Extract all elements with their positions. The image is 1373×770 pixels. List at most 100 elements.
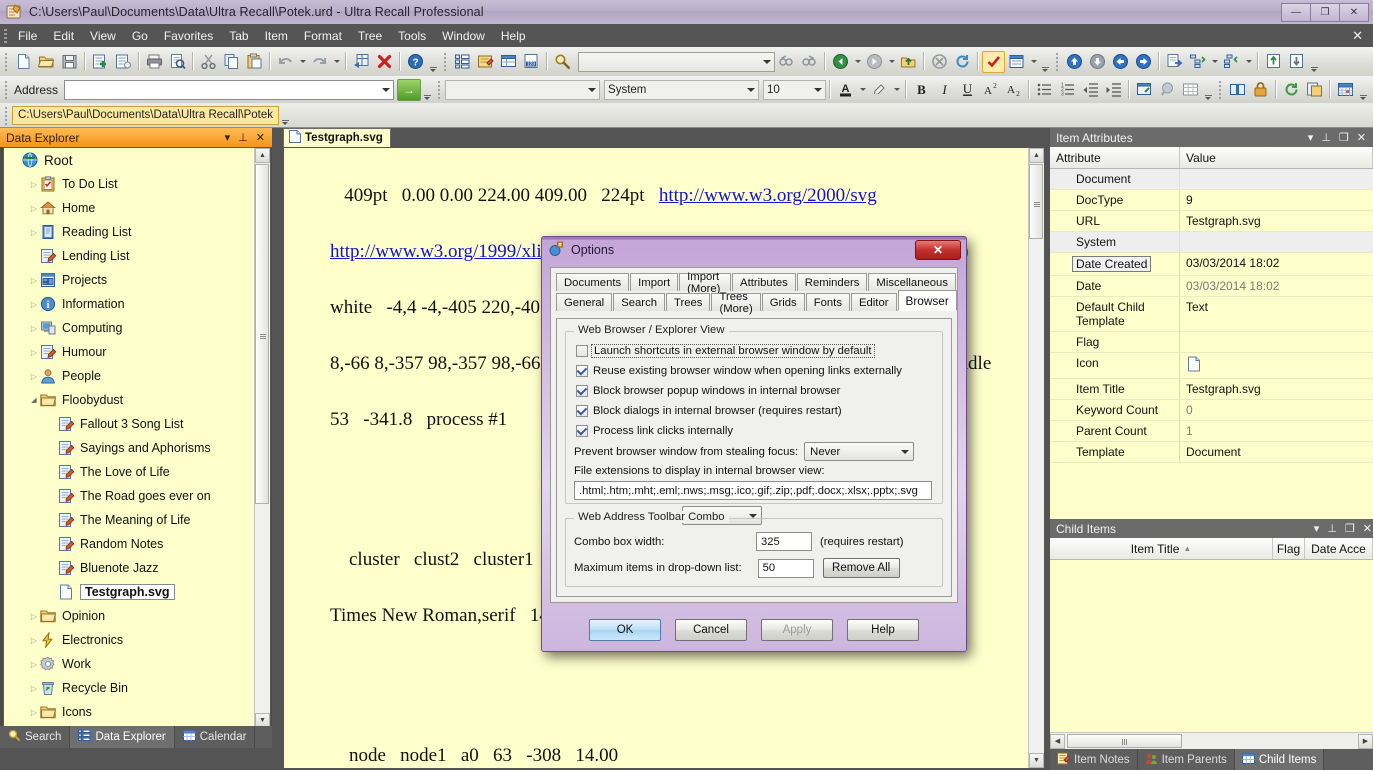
format-toolbar-grip[interactable] — [437, 80, 442, 99]
chevron-down-icon[interactable]: ▾ — [1308, 131, 1314, 144]
tree-item-random-notes[interactable]: Random Notes — [4, 532, 254, 556]
minimize-button[interactable]: — — [1281, 3, 1310, 22]
numbered-list-icon[interactable]: 123 — [1056, 79, 1079, 101]
expand-arrow-icon[interactable]: ▷ — [28, 204, 40, 213]
toolbar-search-input[interactable] — [578, 51, 775, 72]
attribute-row[interactable]: Date 03/03/2014 18:02 — [1050, 276, 1373, 297]
expand-arrow-icon[interactable]: ▷ — [28, 348, 40, 357]
close-icon[interactable]: ✕ — [256, 131, 265, 144]
delete-icon[interactable] — [373, 51, 396, 73]
close-button[interactable]: ✕ — [1339, 3, 1369, 22]
attribute-row[interactable]: URL Testgraph.svg — [1050, 211, 1373, 232]
find-previous-icon[interactable] — [775, 51, 798, 73]
tree-item-computing[interactable]: ▷ Computing — [4, 316, 254, 340]
item-attributes-icon[interactable] — [497, 51, 520, 73]
scroll-down-icon[interactable]: ▼ — [1029, 753, 1044, 768]
attribute-row[interactable]: Template Document — [1050, 442, 1373, 463]
subscript-icon[interactable]: A2 — [1002, 79, 1025, 101]
checkbox-row-3[interactable]: Block dialogs in internal browser (requi… — [576, 401, 936, 421]
scroll-up-icon[interactable]: ▲ — [255, 148, 270, 163]
checkbox-checked-icon[interactable] — [576, 405, 588, 417]
tree-item-the-love-of-life[interactable]: The Love of Life — [4, 460, 254, 484]
dialog-tab-trees[interactable]: Trees — [666, 293, 711, 311]
attribute-row[interactable]: Icon — [1050, 353, 1373, 379]
mark-complete-icon[interactable] — [982, 50, 1005, 73]
child-date-accessed-column-header[interactable]: Date Acce — [1305, 538, 1373, 559]
checkbox-checked-icon[interactable] — [576, 385, 588, 397]
outdent-dropdown-icon[interactable] — [1243, 51, 1254, 73]
tree-item-lending-list[interactable]: Lending List — [4, 244, 254, 268]
menu-tools[interactable]: Tools — [390, 26, 434, 46]
attribute-value-cell[interactable]: 0 — [1180, 400, 1373, 420]
attribute-value-cell[interactable]: 03/03/2014 18:02 — [1180, 253, 1373, 275]
attribute-row[interactable]: Flag — [1050, 332, 1373, 353]
tree-item-root[interactable]: Root — [4, 148, 254, 172]
move-left-icon[interactable] — [1109, 51, 1132, 73]
bold-icon[interactable]: B — [910, 79, 933, 101]
svg-namespace-link[interactable]: http://www.w3.org/2000/svg — [659, 185, 877, 206]
address-toolbar-grip[interactable] — [4, 80, 8, 99]
ok-button[interactable]: OK — [589, 619, 661, 641]
up-folder-icon[interactable] — [897, 51, 920, 73]
italic-icon[interactable]: I — [933, 79, 956, 101]
close-document-button[interactable]: ✕ — [1342, 28, 1373, 44]
path-overflow-icon[interactable] — [279, 103, 291, 127]
child-items-grid[interactable]: Item Title ▲ Flag Date Acce ◀ ▶ — [1050, 538, 1373, 749]
menu-help[interactable]: Help — [493, 26, 534, 46]
attribute-value-cell[interactable]: Text — [1180, 297, 1373, 331]
attribute-row[interactable]: Keyword Count 0 — [1050, 400, 1373, 421]
open-icon[interactable] — [35, 51, 58, 73]
stop-icon[interactable] — [928, 51, 951, 73]
dialog-tab-documents[interactable]: Documents — [556, 273, 630, 291]
move-to-folder-icon[interactable] — [1163, 51, 1186, 73]
dialog-tab-miscellaneous[interactable]: Miscellaneous — [868, 273, 956, 291]
properties-icon[interactable] — [1005, 51, 1028, 73]
prevent-focus-select[interactable]: Never — [804, 442, 915, 461]
scroll-right-icon[interactable]: ▶ — [1358, 733, 1373, 749]
menu-format[interactable]: Format — [296, 26, 350, 46]
attribute-value-cell[interactable] — [1180, 353, 1373, 378]
data-explorer-tree[interactable]: Root ▷ To Do List ▷ Home ▷ Reading List Lending… — [3, 147, 271, 729]
remove-all-button[interactable]: Remove All — [822, 558, 900, 578]
move-right-icon[interactable] — [1132, 51, 1155, 73]
attribute-value-cell[interactable]: Testgraph.svg — [1180, 211, 1373, 231]
dictionary-icon[interactable] — [1226, 79, 1249, 101]
attribute-row[interactable]: DocType 9 — [1050, 190, 1373, 211]
back-icon[interactable] — [829, 51, 852, 73]
indent-dropdown-icon[interactable] — [1209, 51, 1220, 73]
tree-item-work[interactable]: ▷ Work — [4, 652, 254, 676]
save-icon[interactable] — [58, 51, 81, 73]
menu-favorites[interactable]: Favorites — [156, 26, 221, 46]
checkbox-unchecked-icon[interactable] — [576, 345, 588, 357]
tree-item-information[interactable]: ▷ i Information — [4, 292, 254, 316]
expand-arrow-icon[interactable]: ▷ — [28, 180, 40, 189]
attribute-row[interactable]: Default Child Template Text — [1050, 297, 1373, 332]
dialog-tab-browser[interactable]: Browser — [897, 290, 957, 311]
scroll-left-icon[interactable]: ◀ — [1050, 733, 1065, 749]
attribute-row[interactable]: Item Title Testgraph.svg — [1050, 379, 1373, 400]
child-items-hscrollbar[interactable]: ◀ ▶ — [1050, 732, 1373, 749]
print-icon[interactable] — [143, 51, 166, 73]
font-color-dropdown-icon[interactable] — [857, 79, 868, 101]
move-down-icon[interactable] — [1086, 51, 1109, 73]
undo-icon[interactable] — [274, 51, 297, 73]
tree-item-projects[interactable]: ▷ Projects — [4, 268, 254, 292]
tree-item-opinion[interactable]: ▷ Opinion — [4, 604, 254, 628]
help-button[interactable]: Help — [847, 619, 919, 641]
menu-view[interactable]: View — [82, 26, 124, 46]
font-color-icon[interactable]: A — [834, 79, 857, 101]
checkbox-row-2[interactable]: Block browser popup windows in internal … — [576, 381, 936, 401]
attribute-row[interactable]: Date Created 03/03/2014 18:02 — [1050, 253, 1373, 276]
collapse-arrow-icon[interactable]: ◢ — [28, 396, 40, 404]
help-icon[interactable]: ? — [404, 51, 427, 73]
format-overflow-icon[interactable] — [1202, 78, 1214, 102]
decrease-indent-icon[interactable] — [1079, 79, 1102, 101]
chevron-down-icon[interactable] — [811, 88, 825, 92]
tree-item-fallout-3-song-list[interactable]: Fallout 3 Song List — [4, 412, 254, 436]
address-input[interactable] — [64, 79, 395, 100]
paste-icon[interactable] — [243, 51, 266, 73]
dialog-tab-general[interactable]: General — [556, 293, 613, 311]
tab-item-parents[interactable]: Item Parents — [1138, 749, 1235, 770]
forward-dropdown-icon[interactable] — [886, 51, 897, 73]
checkbox-checked-icon[interactable] — [576, 365, 588, 377]
